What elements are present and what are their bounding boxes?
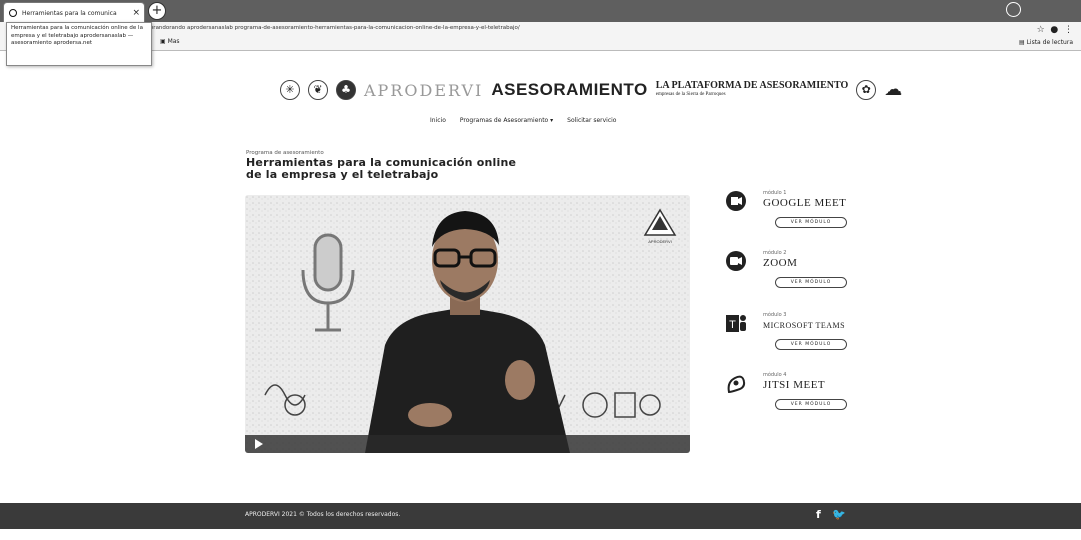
google-meet-icon [726,191,746,211]
tab-title: Herramientas para la comunica [22,9,117,17]
star-icon[interactable]: ☆ [1037,25,1045,35]
brand-plataforma-sub: empresas de la Sierra de Parroques [655,92,726,97]
close-tab-icon[interactable]: × [132,8,140,18]
zoom-icon [726,251,746,271]
view-module-button[interactable]: VER MÓDULO [775,217,847,228]
view-module-button[interactable]: VER MÓDULO [775,339,847,350]
module-name: JITSI MEET [763,379,826,391]
module-name: GOOGLE MEET [763,197,847,209]
browser-tab-strip: Herramientas para la comunica × + [0,0,1081,23]
nav-item-solicitar[interactable]: Solicitar servicio [567,117,616,124]
profile-icon[interactable] [1006,2,1021,17]
extension-icon[interactable]: ● [1050,25,1058,35]
tab-tooltip: Herramientas para la comunicación online… [6,22,152,66]
bookmark-label: Mas [167,38,180,45]
bookmark-item[interactable]: ▣ Mas [160,38,180,45]
site-footer: APRODERVI 2021 © Todos los derechos rese… [0,503,1081,529]
browser-actions: ☆ ● ⋮ [1037,25,1073,35]
twitter-icon[interactable]: 🐦 [832,508,846,521]
video-frame: APRODERVI [245,195,690,453]
jitsi-meet-icon [727,375,746,394]
page-title-line2: de la empresa y el teletrabajo [246,168,439,181]
brand-asesoramiento[interactable]: ASESORAMIENTO [491,80,647,100]
view-module-button[interactable]: VER MÓDULO [775,399,847,410]
video-logo-text: APRODERVI [648,239,672,244]
facebook-icon[interactable]: f [816,508,821,521]
site-header-logos: ✳ ❦ ♣ APRODERVI ASESORAMIENTO LA PLATAFO… [280,80,902,100]
module-label: módulo 3 [763,312,787,318]
favicon-icon [9,9,17,17]
browser-tab[interactable]: Herramientas para la comunica × [3,2,145,23]
badge-logo-icon: ✿ [856,80,877,100]
menu-icon[interactable]: ⋮ [1064,25,1073,35]
svg-text:T: T [729,319,736,331]
module-name: ZOOM [763,257,798,269]
bookmark-icon: ▣ [160,38,168,45]
module-name: MICROSOFT TEAMS [763,321,846,330]
module-label: módulo 2 [763,250,787,256]
social-links: f 🐦 [816,508,846,521]
brand-plataforma: LA PLATAFORMA DE ASESORAMIENTO empresas d… [656,81,849,99]
cloud-logo-icon: ☁ [884,79,903,100]
reading-list-icon: ▤ [1018,39,1027,46]
module-label: módulo 1 [763,190,787,196]
video-player[interactable]: APRODERVI [245,195,690,453]
microsoft-teams-icon: T [726,315,746,332]
video-control-bar [245,435,690,453]
reading-list[interactable]: ▤ Lista de lectura [1019,39,1073,46]
nav-item-programas[interactable]: Programas de Asesoramiento ▾ [460,117,553,124]
snowflake-logo-icon: ✳ [280,80,300,100]
brand-apro: APRODERVI [364,80,484,100]
address-bar: forandorando aprodersanaslab programa-de… [0,22,1081,51]
tree-logo-icon: ♣ [336,80,356,100]
view-module-button[interactable]: VER MÓDULO [775,277,847,288]
main-nav: Inicio Programas de Asesoramiento ▾ Soli… [430,117,616,124]
page-title: Herramientas para la comunicación online… [246,157,516,181]
reading-list-label: Lista de lectura [1026,39,1073,46]
module-label: módulo 4 [763,372,787,378]
new-tab-button[interactable]: + [148,2,166,20]
nav-item-inicio[interactable]: Inicio [430,117,446,124]
copyright-text: APRODERVI 2021 © Todos los derechos rese… [245,511,401,518]
url-field[interactable]: forandorando aprodersanaslab programa-de… [148,25,520,31]
emblem-logo-icon: ❦ [308,80,328,100]
